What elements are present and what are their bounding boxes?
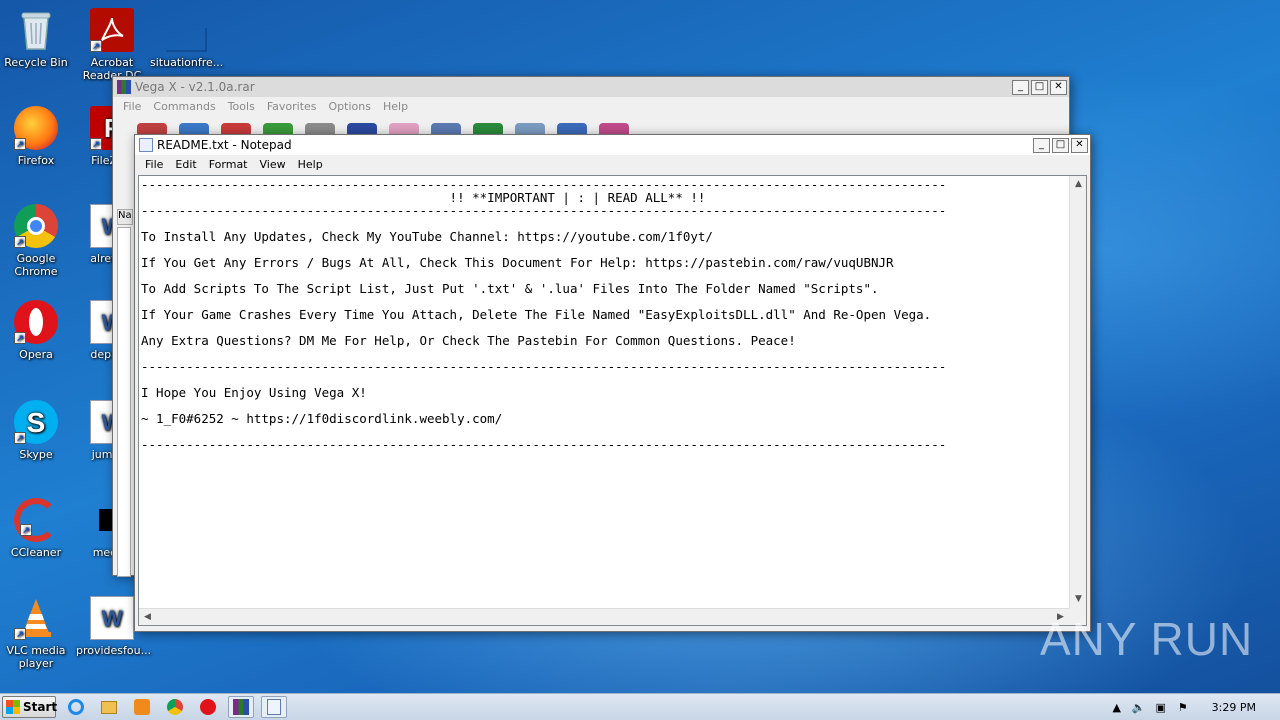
shortcut-arrow-icon: ↗	[90, 138, 102, 150]
taskbar-explorer-icon[interactable]	[96, 696, 122, 718]
notepad-edit-area[interactable]: ----------------------------------------…	[138, 175, 1087, 626]
chrome-icon: ↗	[14, 204, 58, 248]
notepad-icon	[139, 138, 153, 152]
minimize-button[interactable]: _	[1012, 79, 1029, 95]
firefox-icon: ↗	[14, 106, 58, 150]
shortcut-arrow-icon: ↗	[20, 524, 32, 536]
maximize-button[interactable]: □	[1031, 79, 1048, 95]
maximize-button[interactable]: □	[1052, 137, 1069, 153]
text-line: Any Extra Questions? DM Me For Help, Or …	[141, 333, 796, 348]
clock[interactable]: 3:29 PM	[1212, 701, 1256, 714]
desktop-icon-chrome[interactable]: ↗ Google Chrome	[0, 204, 72, 278]
desktop-icon-label: VLC media player	[6, 644, 66, 670]
text-line: To Install Any Updates, Check My YouTube…	[141, 229, 713, 244]
menu-help[interactable]: Help	[377, 100, 414, 113]
desktop-icon-firefox[interactable]: ↗ Firefox	[0, 106, 72, 167]
document-text[interactable]: ----------------------------------------…	[141, 178, 1068, 607]
menu-view[interactable]: View	[254, 158, 292, 171]
menu-file[interactable]: File	[117, 100, 147, 113]
scroll-down-icon[interactable]: ▼	[1070, 591, 1087, 608]
windows-logo-icon	[6, 700, 20, 714]
scroll-left-icon[interactable]: ◀	[139, 609, 156, 626]
system-tray: ▲ 🔈 ▣ ⚑ 3:29 PM	[1110, 700, 1280, 714]
text-line: If Your Game Crashes Every Time You Atta…	[141, 307, 932, 322]
shortcut-arrow-icon: ↗	[14, 138, 26, 150]
winrar-titlebar[interactable]: Vega X - v2.1.0a.rar _ □ ✕	[113, 77, 1069, 97]
shortcut-arrow-icon: ↗	[14, 628, 26, 640]
menu-help[interactable]: Help	[292, 158, 329, 171]
close-button[interactable]: ✕	[1071, 137, 1088, 153]
scroll-up-icon[interactable]: ▲	[1070, 176, 1087, 193]
minimize-button[interactable]: _	[1033, 137, 1050, 153]
shortcut-arrow-icon: ↗	[14, 236, 26, 248]
text-line: I Hope You Enjoy Using Vega X!	[141, 385, 367, 400]
menu-favorites[interactable]: Favorites	[261, 100, 323, 113]
menu-file[interactable]: File	[139, 158, 169, 171]
skype-icon: S ↗	[14, 400, 58, 444]
network-icon[interactable]: ▣	[1154, 700, 1168, 714]
desktop-icon-recycle-bin[interactable]: Recycle Bin	[0, 8, 72, 69]
taskbar-ie-icon[interactable]	[63, 696, 89, 718]
winrar-icon	[117, 80, 131, 94]
horizontal-scrollbar[interactable]: ◀ ▶	[139, 608, 1069, 625]
notepad-window[interactable]: README.txt - Notepad _ □ ✕ File Edit For…	[134, 134, 1091, 632]
notepad-titlebar[interactable]: README.txt - Notepad _ □ ✕	[135, 135, 1090, 155]
word-document-icon: W	[90, 596, 134, 640]
acrobat-reader-icon: ↗	[90, 8, 134, 52]
vlc-cone-icon: ↗	[14, 596, 58, 640]
opera-icon: ↗	[14, 300, 58, 344]
desktop-icon-acrobat[interactable]: ↗ Acrobat Reader DC	[76, 8, 148, 82]
winrar-title: Vega X - v2.1.0a.rar	[135, 80, 255, 94]
taskbar-media-player-icon[interactable]	[129, 696, 155, 718]
menu-tools[interactable]: Tools	[222, 100, 261, 113]
blank-file-icon	[164, 8, 208, 52]
taskbar-winrar-icon[interactable]	[228, 696, 254, 718]
desktop-icon-label: Skype	[19, 448, 53, 461]
text-line: ----------------------------------------…	[141, 203, 947, 218]
desktop-icon-label: Opera	[19, 348, 53, 361]
vertical-scrollbar[interactable]: ▲ ▼	[1069, 176, 1086, 608]
text-line: ----------------------------------------…	[141, 437, 947, 452]
taskbar: Start ▲ 🔈 ▣ ⚑ 3:29 PM	[0, 693, 1280, 720]
close-button[interactable]: ✕	[1050, 79, 1067, 95]
shortcut-arrow-icon: ↗	[14, 432, 26, 444]
taskbar-chrome-icon[interactable]	[162, 696, 188, 718]
volume-icon[interactable]: 🔈	[1132, 700, 1146, 714]
menu-options[interactable]: Options	[323, 100, 377, 113]
menu-format[interactable]: Format	[203, 158, 254, 171]
text-line: ~ 1_F0#6252 ~ https://1f0discordlink.wee…	[141, 411, 503, 426]
text-line: To Add Scripts To The Script List, Just …	[141, 281, 879, 296]
anyrun-watermark: ANY RUN	[1040, 613, 1254, 665]
desktop-icon-label: Google Chrome	[14, 252, 58, 278]
action-center-flag-icon[interactable]: ⚑	[1176, 700, 1190, 714]
ccleaner-icon: ↗	[14, 498, 58, 542]
desktop-icon-ccleaner[interactable]: ↗ CCleaner	[0, 498, 72, 559]
recycle-bin-icon	[14, 8, 58, 52]
desktop-icon-skype[interactable]: S ↗ Skype	[0, 400, 72, 461]
winrar-menubar: File Commands Tools Favorites Options He…	[113, 97, 1069, 115]
desktop-icon-situationfre[interactable]: situationfre...	[150, 8, 224, 69]
column-header-name[interactable]: Na	[117, 209, 133, 225]
desktop-icon-opera[interactable]: ↗ Opera	[0, 300, 72, 361]
notepad-menubar: File Edit Format View Help	[135, 155, 1090, 173]
desktop-icon-vlc[interactable]: ↗ VLC media player	[0, 596, 72, 670]
menu-edit[interactable]: Edit	[169, 158, 202, 171]
text-line: ----------------------------------------…	[141, 359, 947, 374]
menu-commands[interactable]: Commands	[147, 100, 221, 113]
desktop-icon-label: situationfre...	[150, 56, 224, 69]
file-list-pane[interactable]	[117, 227, 131, 577]
tray-expand-icon[interactable]: ▲	[1110, 700, 1124, 714]
text-line: If You Get Any Errors / Bugs At All, Che…	[141, 255, 894, 270]
desktop-icon-label: Recycle Bin	[4, 56, 68, 69]
notepad-title: README.txt - Notepad	[157, 138, 292, 152]
taskbar-opera-icon[interactable]	[195, 696, 221, 718]
desktop-icon-label: CCleaner	[10, 546, 62, 559]
shortcut-arrow-icon: ↗	[14, 332, 26, 344]
taskbar-notepad-icon[interactable]	[261, 696, 287, 718]
desktop-icon-label: Firefox	[17, 154, 55, 167]
start-button[interactable]: Start	[2, 696, 58, 718]
start-label: Start	[23, 700, 58, 714]
shortcut-arrow-icon: ↗	[90, 40, 102, 52]
desktop-icon-label: providesfou...	[76, 644, 152, 657]
